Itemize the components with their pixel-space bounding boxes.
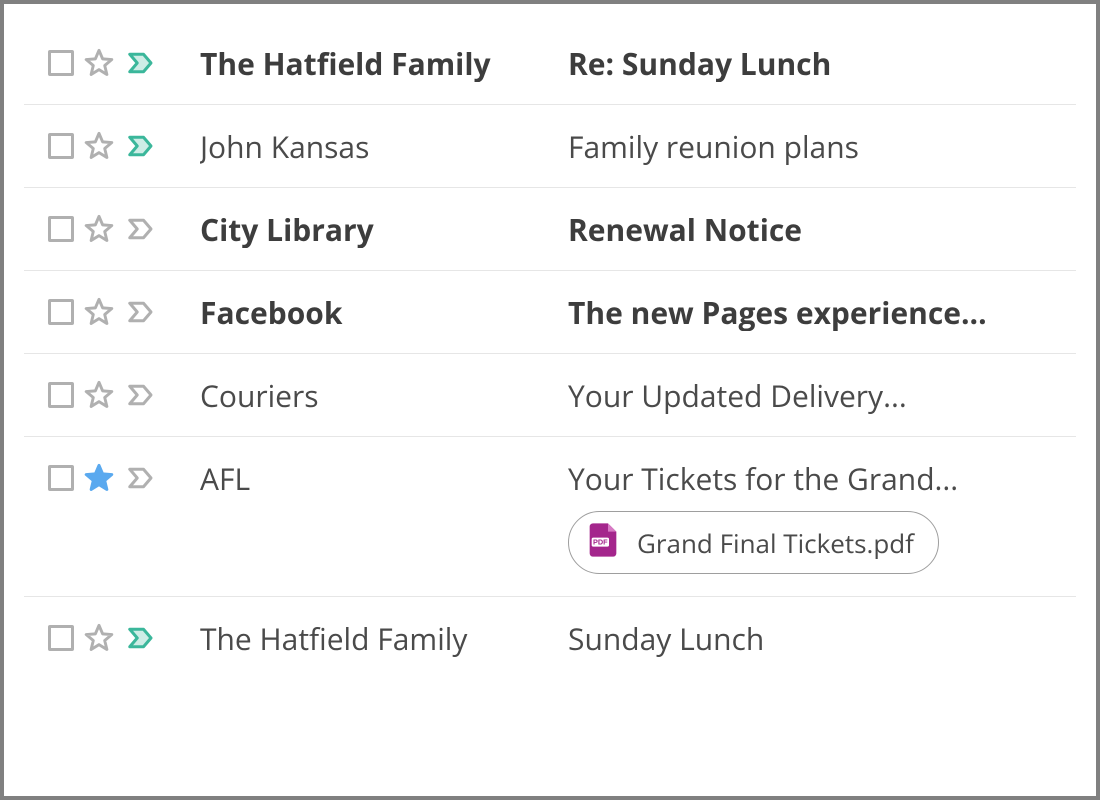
star-icon[interactable]: [82, 129, 116, 163]
sender: City Library: [200, 210, 568, 248]
sender: The Hatfield Family: [200, 44, 568, 82]
subject-block: The new Pages experience...: [568, 293, 1060, 331]
star-icon[interactable]: [82, 378, 116, 412]
subject: Family reunion plans: [568, 127, 1060, 165]
message-list: The Hatfield FamilyRe: Sunday Lunch John…: [24, 22, 1076, 679]
svg-text:PDF: PDF: [593, 538, 608, 547]
star-icon[interactable]: [82, 621, 116, 655]
attachment-name: Grand Final Tickets.pdf: [637, 525, 914, 561]
subject: Re: Sunday Lunch: [568, 44, 1060, 82]
message-row[interactable]: City LibraryRenewal Notice: [24, 188, 1076, 271]
subject: Renewal Notice: [568, 210, 1060, 248]
row-controls: [48, 619, 200, 655]
row-controls: [48, 376, 200, 412]
star-icon[interactable]: [82, 46, 116, 80]
sender: John Kansas: [200, 127, 568, 165]
select-checkbox[interactable]: [48, 50, 74, 76]
select-checkbox[interactable]: [48, 216, 74, 242]
subject-block: Your Updated Delivery...: [568, 376, 1060, 414]
important-icon[interactable]: [124, 295, 158, 329]
select-checkbox[interactable]: [48, 625, 74, 651]
message-row[interactable]: CouriersYour Updated Delivery...: [24, 354, 1076, 437]
row-controls: [48, 127, 200, 163]
select-checkbox[interactable]: [48, 465, 74, 491]
message-row[interactable]: AFLYour Tickets for the Grand... PDF Gra…: [24, 437, 1076, 597]
subject-block: Renewal Notice: [568, 210, 1060, 248]
important-icon[interactable]: [124, 46, 158, 80]
important-icon[interactable]: [124, 621, 158, 655]
message-row[interactable]: The Hatfield FamilySunday Lunch: [24, 597, 1076, 679]
star-icon[interactable]: [82, 295, 116, 329]
sender: The Hatfield Family: [200, 619, 568, 657]
message-row[interactable]: John KansasFamily reunion plans: [24, 105, 1076, 188]
select-checkbox[interactable]: [48, 133, 74, 159]
star-icon[interactable]: [82, 212, 116, 246]
select-checkbox[interactable]: [48, 382, 74, 408]
subject-block: Your Tickets for the Grand... PDF Grand …: [568, 459, 1060, 574]
subject-block: Family reunion plans: [568, 127, 1060, 165]
select-checkbox[interactable]: [48, 299, 74, 325]
star-icon[interactable]: [82, 461, 116, 495]
row-controls: [48, 293, 200, 329]
message-row[interactable]: FacebookThe new Pages experience...: [24, 271, 1076, 354]
important-icon[interactable]: [124, 461, 158, 495]
pdf-icon: PDF: [583, 520, 623, 565]
sender: Facebook: [200, 293, 568, 331]
app-frame: The Hatfield FamilyRe: Sunday Lunch John…: [4, 4, 1096, 796]
row-controls: [48, 210, 200, 246]
subject: Sunday Lunch: [568, 619, 1060, 657]
row-controls: [48, 44, 200, 80]
subject: The new Pages experience...: [568, 293, 1060, 331]
row-controls: [48, 459, 200, 495]
subject: Your Updated Delivery...: [568, 376, 1060, 414]
sender: Couriers: [200, 376, 568, 414]
important-icon[interactable]: [124, 129, 158, 163]
subject-block: Re: Sunday Lunch: [568, 44, 1060, 82]
message-row[interactable]: The Hatfield FamilyRe: Sunday Lunch: [24, 22, 1076, 105]
attachment-chip[interactable]: PDF Grand Final Tickets.pdf: [568, 511, 939, 574]
subject: Your Tickets for the Grand...: [568, 459, 1060, 497]
important-icon[interactable]: [124, 212, 158, 246]
important-icon[interactable]: [124, 378, 158, 412]
sender: AFL: [200, 459, 568, 497]
subject-block: Sunday Lunch: [568, 619, 1060, 657]
